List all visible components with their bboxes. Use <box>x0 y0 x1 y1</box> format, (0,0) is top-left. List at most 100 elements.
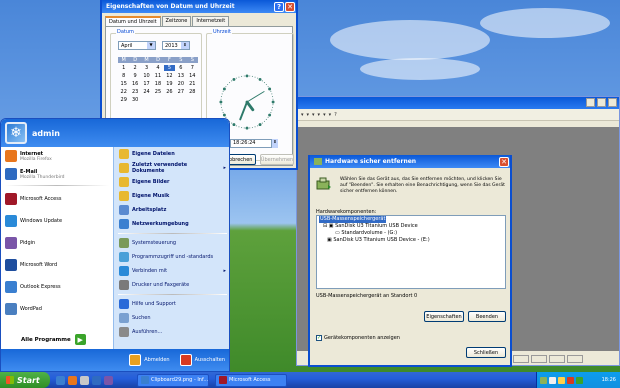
calendar-day[interactable]: 4 <box>152 65 163 71</box>
calendar-day[interactable]: 6 <box>175 65 186 71</box>
calendar-day[interactable]: 18 <box>152 81 163 87</box>
place-item[interactable]: Suchen <box>114 311 229 325</box>
calendar-day[interactable]: 21 <box>187 81 198 87</box>
safely-remove-hardware-icon[interactable] <box>540 376 547 384</box>
toolbar-dropdown-icon[interactable]: ▾ <box>301 112 304 118</box>
help-button[interactable]: ? <box>274 1 284 12</box>
calendar-day[interactable]: 8 <box>118 73 129 79</box>
place-item[interactable]: Hilfe und Support <box>114 297 229 311</box>
calendar-day[interactable]: 23 <box>129 89 140 95</box>
close-button[interactable]: ✕ <box>499 156 509 167</box>
logoff-button[interactable]: Abmelden <box>129 354 170 366</box>
calendar-day[interactable]: 11 <box>152 73 163 79</box>
place-item[interactable]: Eigene Bilder <box>114 175 229 189</box>
tree-item[interactable]: ⊟ ▣ SanDisk U3 Titanium USB Device <box>317 223 505 230</box>
apply-button[interactable]: Übernehmen <box>260 154 294 165</box>
calendar-day[interactable]: 22 <box>118 89 129 95</box>
taskbar-clock[interactable]: 18:26 <box>602 377 616 383</box>
shutdown-button[interactable]: Ausschalten <box>179 354 225 366</box>
recent-program[interactable]: Windows Update <box>1 210 113 232</box>
tree-item[interactable]: ▭ Standardvolume - (G:) <box>317 230 505 237</box>
calendar-day[interactable]: 3 <box>141 65 152 71</box>
place-item[interactable]: Arbeitsplatz <box>114 203 229 217</box>
place-item[interactable]: Zuletzt verwendete Dokumente ▸ <box>114 161 229 175</box>
pidgin-icon[interactable] <box>104 375 113 385</box>
place-item[interactable]: Systemsteuerung <box>114 236 229 250</box>
place-item[interactable]: Eigene Dateien <box>114 147 229 161</box>
background-window-titlebar[interactable] <box>297 97 619 109</box>
recent-program[interactable]: Microsoft Access <box>1 188 113 210</box>
toolbar-dropdown-icon[interactable]: ▾ <box>323 112 326 118</box>
month-select[interactable]: April ▼ <box>118 41 156 50</box>
place-item[interactable]: Netzwerkumgebung <box>114 217 229 231</box>
toolbar-dropdown-icon[interactable]: ▾ <box>307 112 310 118</box>
firefox-icon[interactable] <box>68 375 77 385</box>
minimize-icon[interactable] <box>586 98 595 107</box>
recent-program[interactable]: Microsoft Word <box>1 254 113 276</box>
close-icon[interactable] <box>608 98 617 107</box>
help-icon[interactable]: ? <box>334 112 337 118</box>
calendar-day[interactable]: 30 <box>129 97 140 103</box>
taskbar-task-access[interactable]: Microsoft Access <box>215 373 287 387</box>
start-button[interactable]: Start <box>0 372 50 388</box>
close-button[interactable]: ✕ <box>285 1 295 12</box>
calendar-day[interactable]: 16 <box>129 81 140 87</box>
calendar-day[interactable]: 1 <box>118 65 129 71</box>
thunderbird-icon[interactable] <box>92 375 101 385</box>
security-icon[interactable] <box>567 376 574 384</box>
taskbar-task-clipboard[interactable]: Clipboard29.png - Inf... <box>137 373 209 387</box>
calendar-day[interactable]: 5 <box>163 65 176 71</box>
tree-item[interactable]: USB-Massenspeichergerät <box>317 216 505 223</box>
tab-timezone[interactable]: Zeitzone <box>161 16 192 26</box>
place-item[interactable]: Verbinden mit ▸ <box>114 264 229 278</box>
place-item[interactable]: Ausführen... <box>114 325 229 339</box>
checkbox-check-icon[interactable]: ✓ <box>316 335 322 341</box>
properties-button[interactable]: Eigenschaften <box>424 311 464 322</box>
maximize-icon[interactable] <box>597 98 606 107</box>
place-item[interactable]: Programmzugriff und -standards <box>114 250 229 264</box>
pinned-program[interactable]: E-Mail Mozilla Thunderbird <box>1 165 113 183</box>
all-programs-button[interactable]: Alle Programme ▶ <box>21 334 86 345</box>
calendar-day[interactable]: 19 <box>164 81 175 87</box>
calendar-day[interactable]: 15 <box>118 81 129 87</box>
pinned-program[interactable]: Internet Mozilla Firefox <box>1 147 113 165</box>
network-icon[interactable] <box>549 376 556 384</box>
calendar-day[interactable]: 13 <box>175 73 186 79</box>
tab-internet-time[interactable]: Internetzeit <box>192 16 230 26</box>
time-input[interactable]: 18:26:24 <box>230 139 272 148</box>
recent-program[interactable]: Pidgin <box>1 232 113 254</box>
hardware-dialog-titlebar[interactable]: Hardware sicher entfernen ✕ <box>310 155 510 168</box>
calendar-day[interactable]: 27 <box>175 89 186 95</box>
media-icon[interactable] <box>80 375 89 385</box>
year-spinner[interactable]: 2013 ⬍ <box>162 41 190 50</box>
spinner-icon[interactable]: ⬍ <box>181 42 189 49</box>
calendar-day[interactable]: 29 <box>118 97 129 103</box>
close-dialog-button[interactable]: Schließen <box>466 347 506 358</box>
calendar-day[interactable]: 14 <box>187 73 198 79</box>
tab-date-time[interactable]: Datum und Uhrzeit <box>105 16 161 26</box>
calendar-day[interactable]: 7 <box>187 65 198 71</box>
toolbar-dropdown-icon[interactable]: ▾ <box>329 112 332 118</box>
place-item[interactable]: Eigene Musik <box>114 189 229 203</box>
calendar-day[interactable]: 2 <box>129 65 140 71</box>
calendar-day[interactable]: 20 <box>175 81 186 87</box>
show-components-checkbox[interactable]: ✓ Gerätekomponenten anzeigen <box>316 335 400 341</box>
toolbar-dropdown-icon[interactable]: ▾ <box>312 112 315 118</box>
time-spinner-icon[interactable]: ⬍ <box>272 139 278 148</box>
recent-program[interactable]: Outlook Express <box>1 276 113 298</box>
calendar-day[interactable]: 28 <box>187 89 198 95</box>
toolbar-dropdown-icon[interactable]: ▾ <box>318 112 321 118</box>
calendar-day[interactable]: 10 <box>141 73 152 79</box>
calendar-day[interactable]: 17 <box>141 81 152 87</box>
place-item[interactable]: Drucker und Faxgeräte <box>114 278 229 292</box>
stop-button[interactable]: Beenden <box>468 311 506 322</box>
volume-icon[interactable] <box>558 376 565 384</box>
recent-program[interactable]: WordPad <box>1 298 113 320</box>
calendar-day[interactable]: 24 <box>141 89 152 95</box>
calendar-day[interactable]: 25 <box>152 89 163 95</box>
hardware-tree[interactable]: USB-Massenspeichergerät ⊟ ▣ SanDisk U3 T… <box>316 215 506 289</box>
calendar-day[interactable]: 26 <box>164 89 175 95</box>
update-icon[interactable] <box>576 376 583 384</box>
calendar-day[interactable]: 9 <box>129 73 140 79</box>
browser-icon[interactable] <box>56 375 65 385</box>
